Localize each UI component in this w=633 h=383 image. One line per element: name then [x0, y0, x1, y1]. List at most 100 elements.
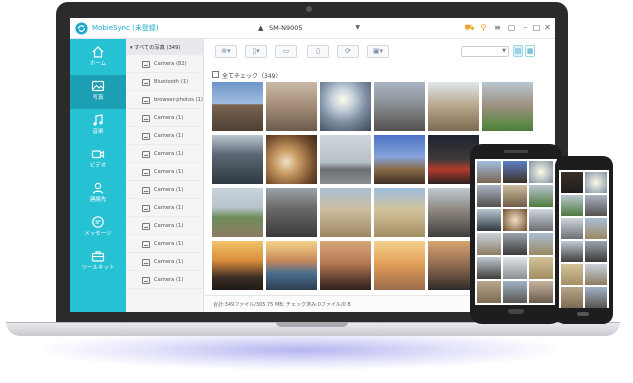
phone-photo	[477, 209, 501, 231]
chevron-down-icon: ▼	[355, 24, 360, 31]
delete-button[interactable]: ▯	[307, 45, 329, 58]
home-icon	[92, 46, 104, 58]
sidebar-item-contacts[interactable]: 連絡先	[70, 177, 126, 211]
album-item[interactable]: Camera (1)	[126, 109, 203, 127]
album-item[interactable]: Camera (82)	[126, 55, 203, 73]
sidebar-item-photos[interactable]: 写真	[70, 75, 126, 109]
sidebar-item-video[interactable]: ビデオ	[70, 143, 126, 177]
photo-thumbnail[interactable]	[374, 135, 425, 184]
album-label: Camera (1)	[154, 205, 184, 211]
album-icon	[142, 223, 150, 230]
album-label: Camera (1)	[154, 169, 184, 175]
all-photos-header[interactable]: ▾ すべての写真 (349)	[126, 39, 203, 55]
album-item[interactable]: Camera (1)	[126, 163, 203, 181]
phone-photo	[477, 257, 501, 279]
toolbox-button[interactable]: ▣▾	[367, 45, 389, 58]
device-selector[interactable]: ▲ SM-N9005 ▼	[258, 21, 362, 35]
check-all-checkbox[interactable]	[212, 71, 219, 78]
album-item[interactable]: Camera (1)	[126, 235, 203, 253]
photo-icon	[91, 80, 105, 92]
message-icon	[92, 216, 104, 228]
photo-thumbnail[interactable]	[212, 188, 263, 237]
sync-logo-icon	[75, 22, 88, 35]
photo-thumbnail[interactable]	[320, 135, 371, 184]
photo-thumbnail[interactable]	[266, 241, 317, 290]
add-button[interactable]: ⊕▾	[215, 45, 237, 58]
album-item[interactable]: Camera (1)	[126, 271, 203, 289]
phone-photo	[477, 281, 501, 303]
sidebar-item-label: 写真	[92, 95, 104, 101]
sidebar-item-label: ツールキット	[81, 265, 115, 271]
album-icon	[142, 133, 150, 140]
sidebar-item-label: メッセージ	[84, 231, 112, 237]
photo-thumbnail[interactable]	[482, 82, 533, 131]
export-to-device-button[interactable]: ▯▾	[245, 45, 267, 58]
phone-photo	[529, 209, 553, 231]
phone-photo	[477, 233, 501, 255]
phone-photo	[561, 264, 583, 285]
photo-thumbnail[interactable]	[212, 241, 263, 290]
phone-photo	[585, 287, 607, 308]
phone-home-button	[577, 312, 589, 316]
album-item[interactable]: Camera (1)	[126, 253, 203, 271]
album-item[interactable]: Camera (1)	[126, 217, 203, 235]
album-icon	[142, 277, 150, 284]
album-item[interactable]: Camera (1)	[126, 145, 203, 163]
album-icon	[142, 241, 150, 248]
filter-dropdown[interactable]: ▼	[461, 46, 509, 57]
key-icon[interactable]: ⚲	[478, 22, 489, 34]
scene: MobieSync (未登録) ▲ SM-N9005 ▼ ⛟ ⚲ ≡ ▢ – □…	[0, 0, 633, 383]
grid-view-button[interactable]: ▦	[525, 45, 535, 57]
all-photos-label: ▾ すべての写真 (349)	[130, 45, 181, 51]
album-item[interactable]: Camera (1)	[126, 181, 203, 199]
photo-thumbnail[interactable]	[266, 82, 317, 131]
chevron-down-icon: ▼	[502, 48, 506, 54]
album-item[interactable]: browser-photos (1)	[126, 91, 203, 109]
album-label: Camera (1)	[154, 133, 184, 139]
phone-photo	[529, 161, 553, 183]
album-item[interactable]: Bluetooth (1)	[126, 73, 203, 91]
laptop-camera	[306, 6, 312, 12]
toolbox-icon	[91, 251, 105, 262]
close-icon[interactable]: ✕	[542, 22, 553, 34]
album-icon	[142, 97, 150, 104]
photo-thumbnail[interactable]	[320, 241, 371, 290]
album-icon	[142, 79, 150, 86]
photo-thumbnail[interactable]	[374, 241, 425, 290]
minimize-icon[interactable]: –	[520, 22, 531, 34]
phone-photo	[561, 287, 583, 308]
photo-thumbnail[interactable]	[266, 188, 317, 237]
maximize-icon[interactable]: □	[531, 22, 542, 34]
sidebar-item-music[interactable]: 音楽	[70, 109, 126, 143]
chat-icon[interactable]: ▢	[506, 22, 517, 34]
phone-back-screen	[559, 170, 609, 308]
photo-thumbnail[interactable]	[212, 82, 263, 131]
album-item[interactable]: Camera (1)	[126, 199, 203, 217]
album-item[interactable]: Camera (1)	[126, 127, 203, 145]
phone-photo	[561, 195, 583, 216]
list-view-button[interactable]: ▤	[513, 45, 523, 57]
photo-thumbnail[interactable]	[374, 188, 425, 237]
phone-photo	[503, 209, 527, 231]
photo-thumbnail[interactable]	[374, 82, 425, 131]
phone-photo	[503, 281, 527, 303]
phone-photo	[529, 233, 553, 255]
phone-photo	[585, 241, 607, 262]
album-label: Camera (1)	[154, 259, 184, 265]
refresh-button[interactable]: ⟳	[337, 45, 359, 58]
photo-thumbnail[interactable]	[320, 82, 371, 131]
photo-thumbnail[interactable]	[320, 188, 371, 237]
sidebar-item-label: ビデオ	[89, 163, 107, 169]
menu-icon[interactable]: ≡	[492, 22, 503, 34]
album-list: ▾ すべての写真 (349) Camera (82) Bluetooth (1)…	[126, 39, 204, 312]
cart-icon[interactable]: ⛟	[464, 22, 475, 34]
photo-thumbnail[interactable]	[428, 82, 479, 131]
export-to-pc-button[interactable]: ▭	[275, 45, 297, 58]
sidebar-item-messages[interactable]: メッセージ	[70, 211, 126, 245]
sidebar-item-home[interactable]: ホーム	[70, 41, 126, 75]
phone-photo	[503, 233, 527, 255]
sidebar-item-toolkit[interactable]: ツールキット	[70, 245, 126, 279]
photo-thumbnail[interactable]	[266, 135, 317, 184]
photo-thumbnail[interactable]	[212, 135, 263, 184]
album-label: Camera (1)	[154, 223, 184, 229]
